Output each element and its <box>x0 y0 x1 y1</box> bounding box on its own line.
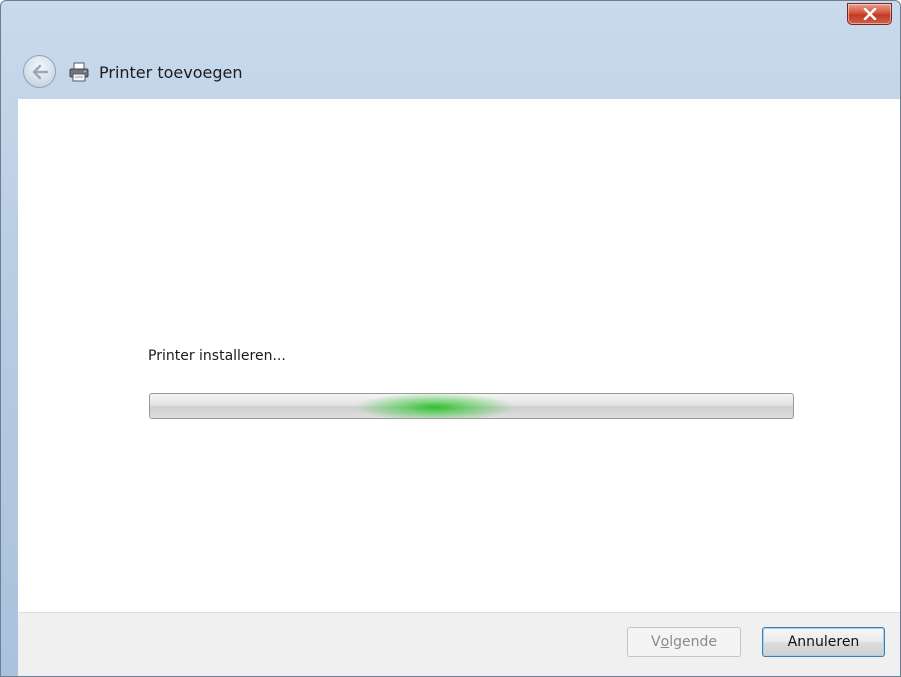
button-bar: Vo lgende Annuleren <box>18 612 900 676</box>
cancel-button[interactable]: Annuleren <box>762 627 885 657</box>
next-button[interactable]: Vo lgende <box>627 627 741 657</box>
title-bar: Printer toevoegen <box>1 1 900 99</box>
status-text: Printer installeren... <box>148 348 286 364</box>
wizard-window: Printer toevoegen Printer installeren...… <box>0 0 901 677</box>
next-button-label-end: lgende <box>669 634 717 650</box>
close-button[interactable] <box>847 3 892 25</box>
progress-indicator <box>355 394 515 418</box>
printer-icon <box>69 62 89 82</box>
progress-bar <box>149 393 794 419</box>
next-button-label-start: V <box>651 634 661 650</box>
next-button-accelerator: o <box>660 634 670 650</box>
window-title: Printer toevoegen <box>99 63 243 82</box>
back-button[interactable] <box>23 55 56 88</box>
back-arrow-icon <box>32 64 48 79</box>
close-icon <box>863 8 876 20</box>
content-area: Printer installeren... <box>18 99 900 612</box>
